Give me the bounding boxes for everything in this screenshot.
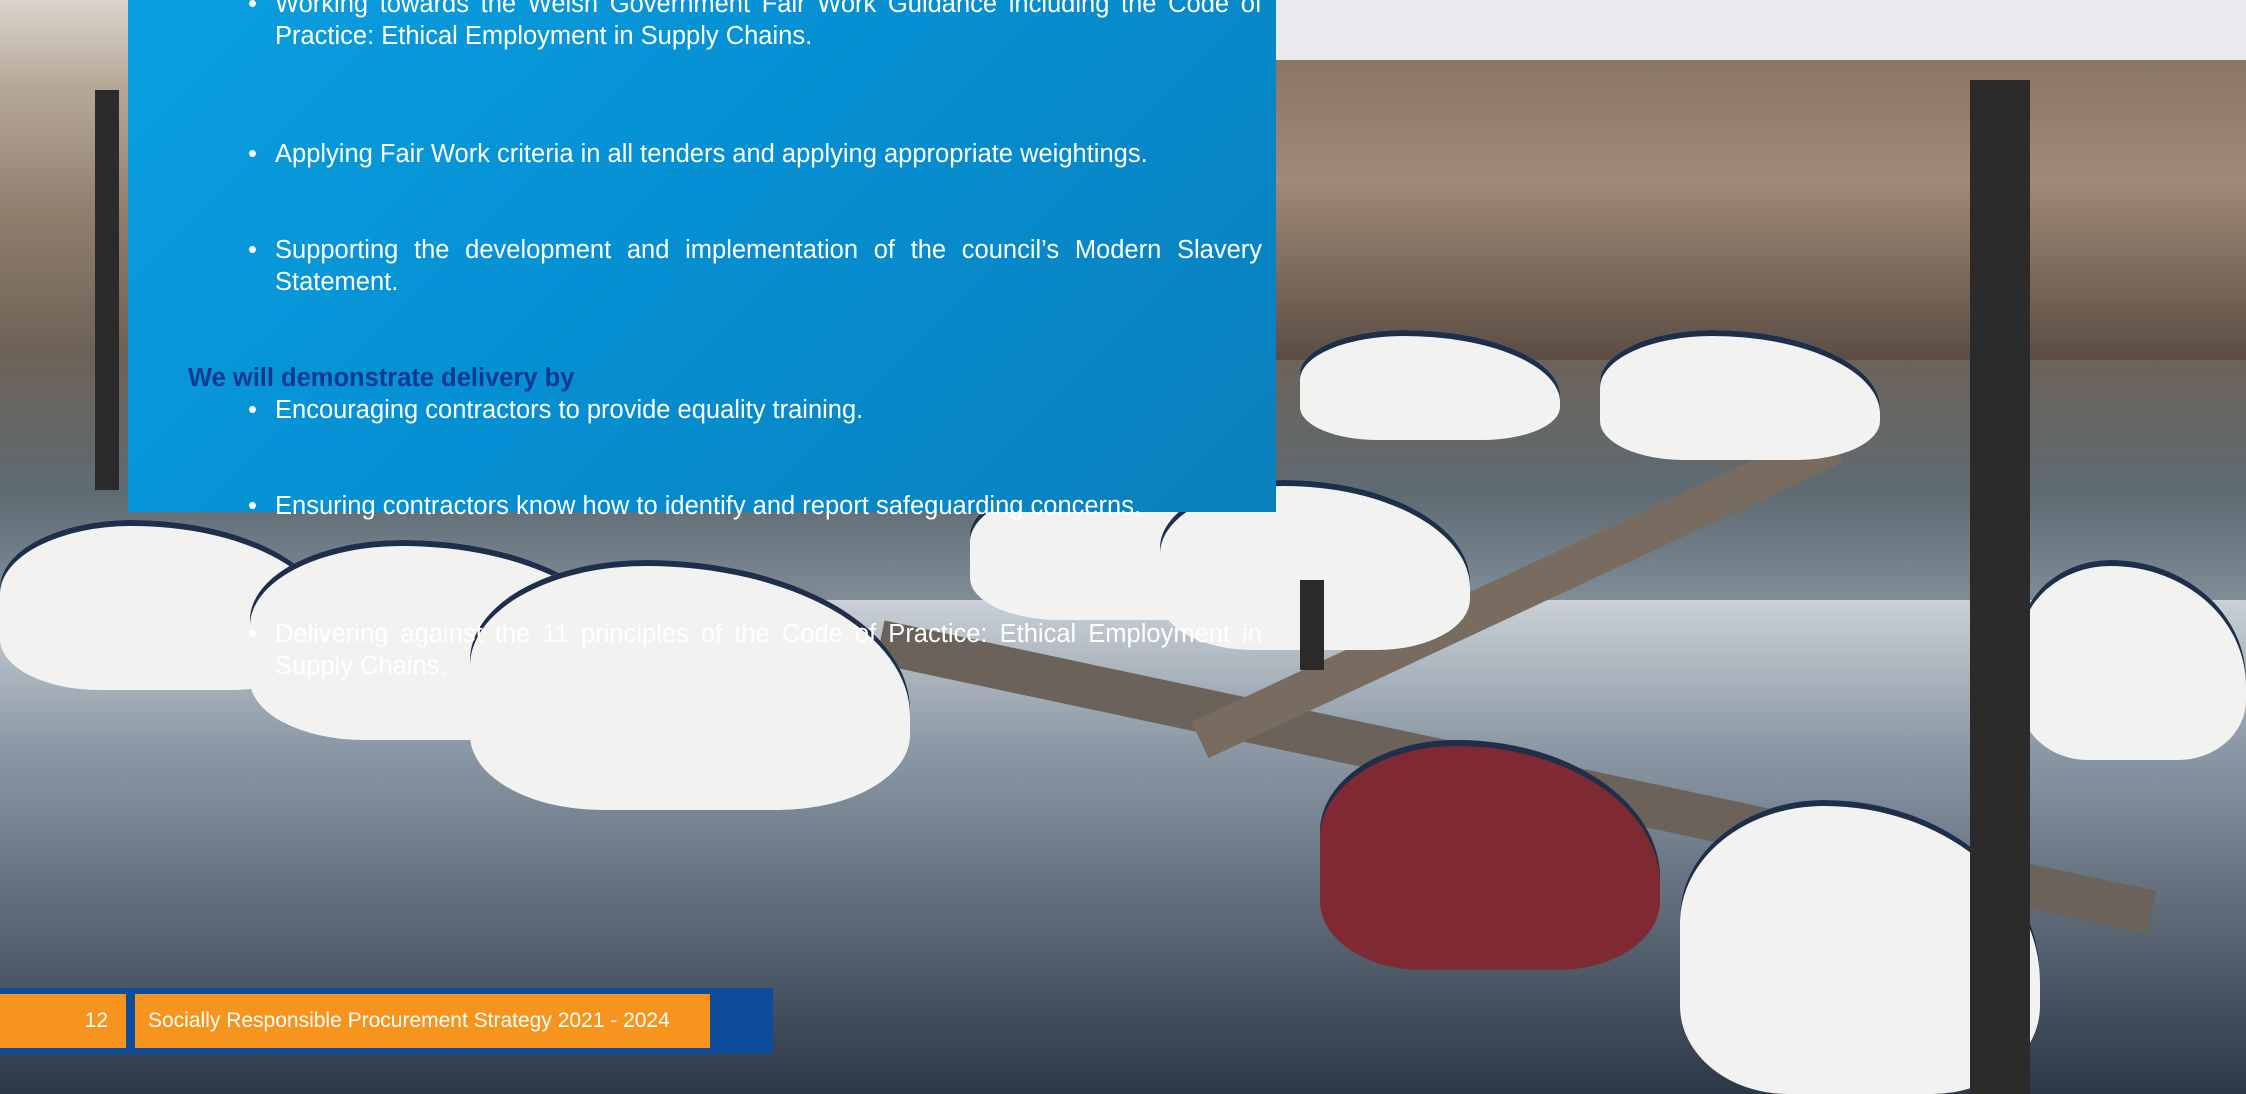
page-number: 12 — [0, 994, 126, 1048]
bullet-item: Ensuring contractors know how to identif… — [248, 490, 1262, 522]
boat — [470, 560, 910, 810]
bullet-item: Working towards the Welsh Government Fai… — [248, 0, 1262, 52]
mooring-pole — [1300, 580, 1324, 670]
bullet-item: Encouraging contractors to provide equal… — [248, 394, 1262, 426]
mooring-pole — [1970, 80, 2030, 1094]
page-footer: 12 Socially Responsible Procurement Stra… — [0, 988, 773, 1054]
boat — [2020, 560, 2246, 760]
bullet-item: Supporting the development and implement… — [248, 234, 1262, 298]
section-heading: We will demonstrate delivery by — [188, 364, 575, 392]
text-panel: Working towards the Welsh Government Fai… — [128, 0, 1276, 680]
bullet-item: Delivering against the 11 principles of … — [248, 618, 1262, 682]
harbour-wall — [1270, 60, 2246, 360]
document-title: Socially Responsible Procurement Strateg… — [135, 994, 710, 1048]
mooring-pole — [95, 90, 119, 490]
bullet-item: Applying Fair Work criteria in all tende… — [248, 138, 1262, 170]
